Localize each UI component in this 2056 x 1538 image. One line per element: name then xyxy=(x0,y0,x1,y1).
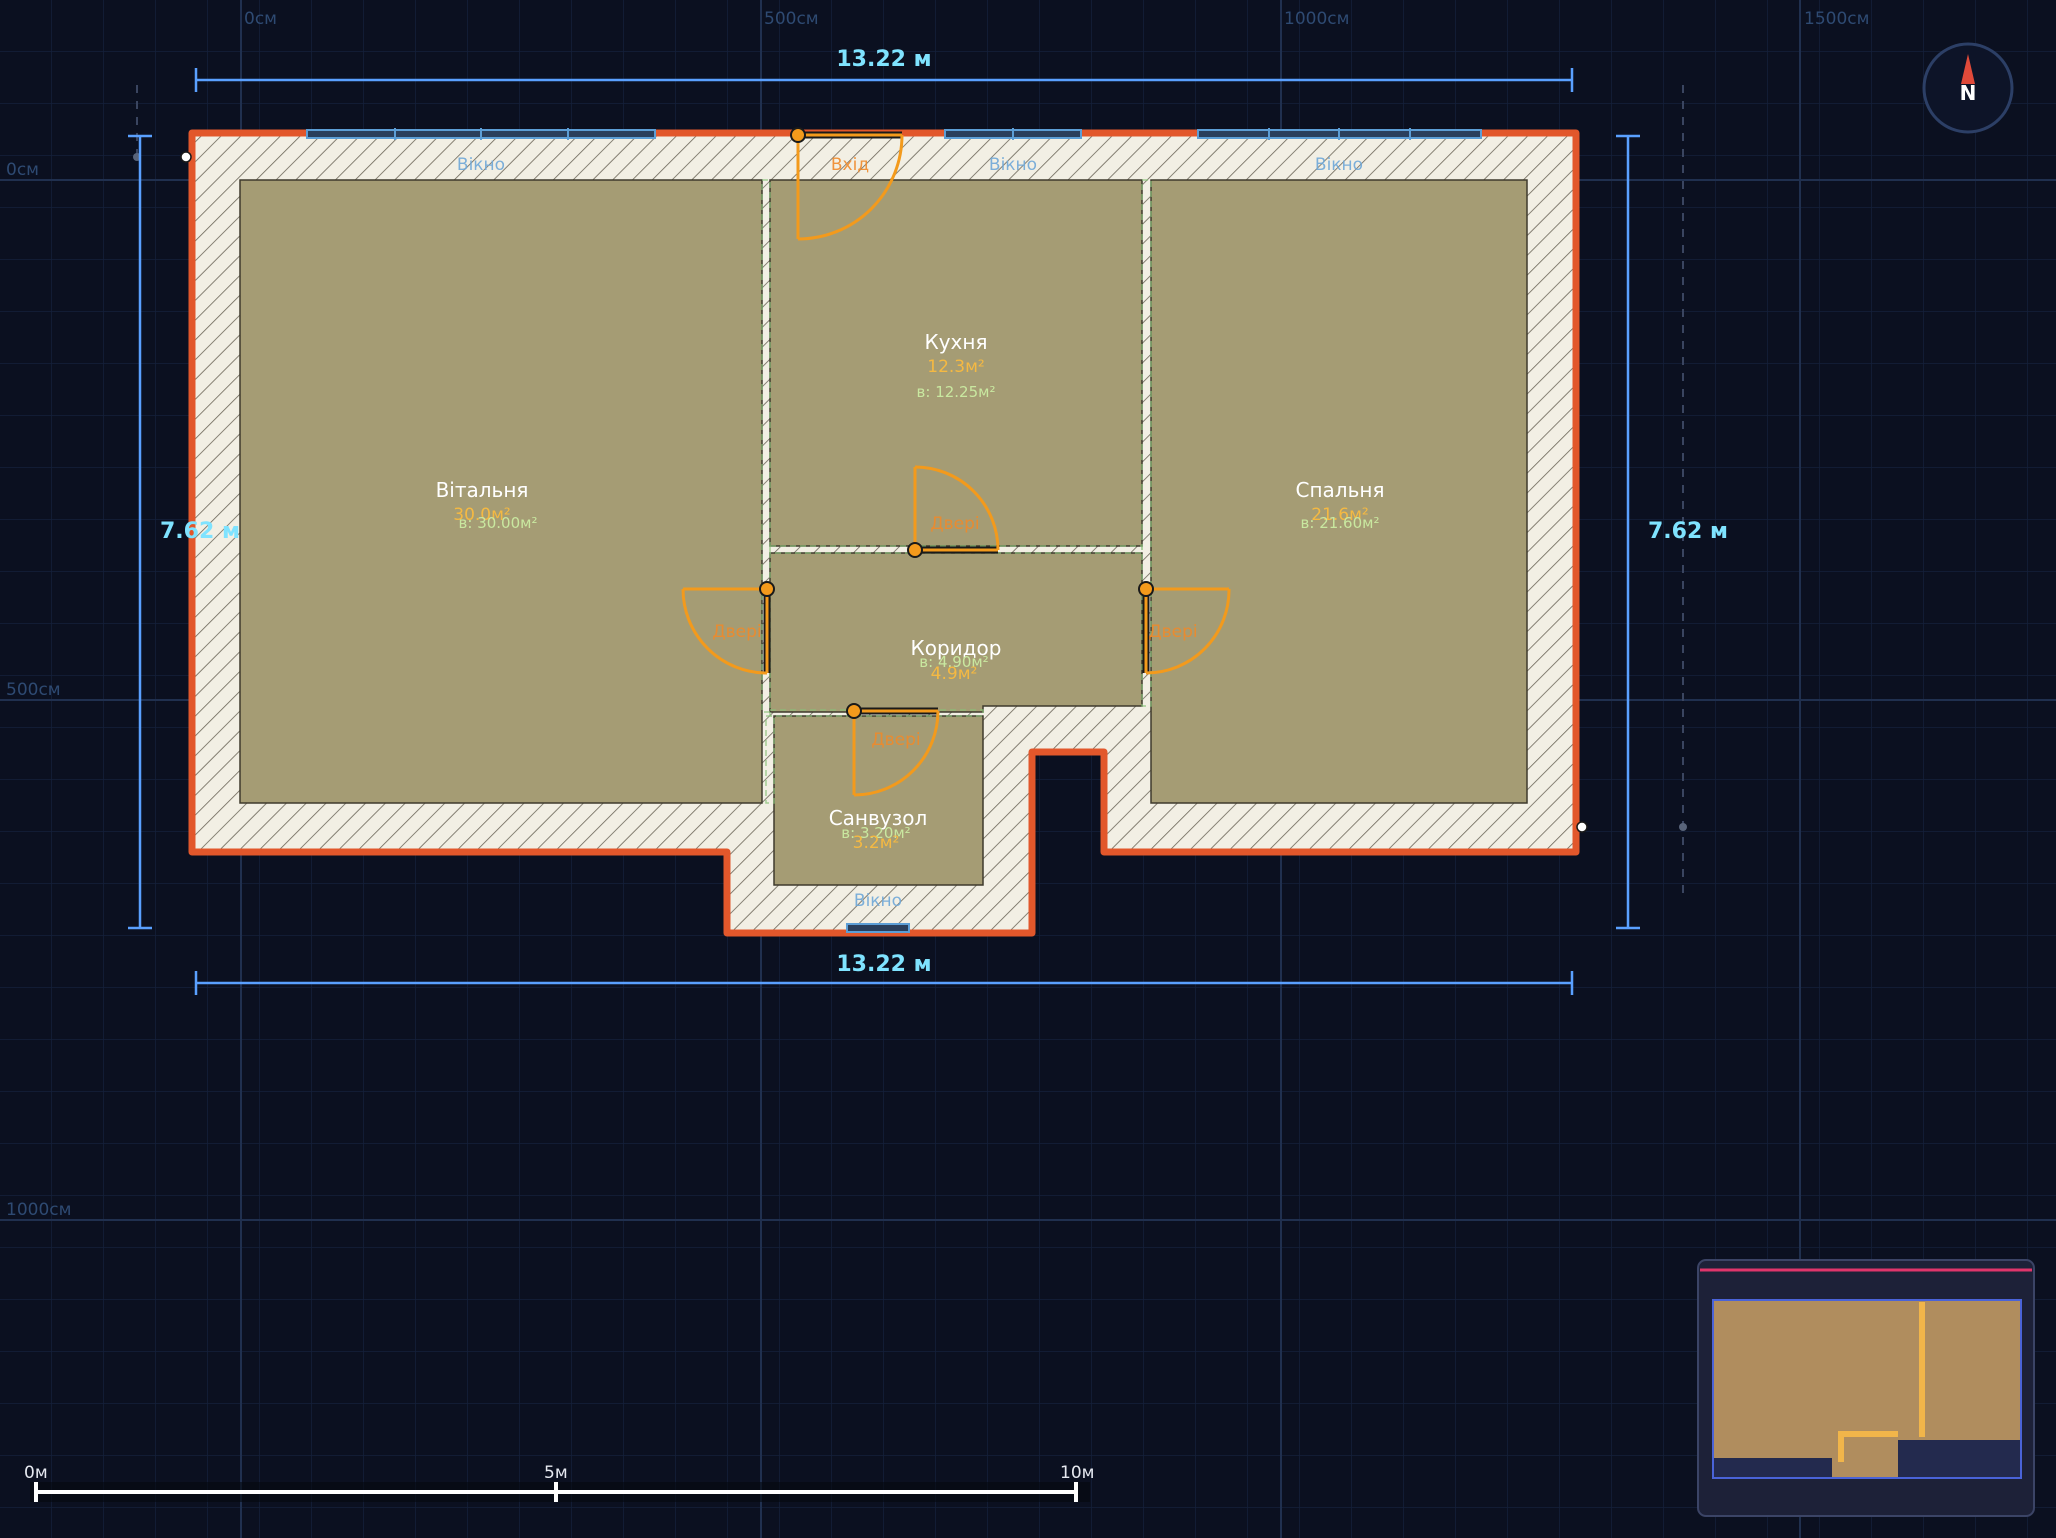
dimension-top-label: 13.22 м xyxy=(836,47,931,72)
room-floor-corridor[interactable] xyxy=(769,552,1143,713)
room-name: Кухня xyxy=(925,330,988,354)
dimension-bottom-label: 13.22 м xyxy=(836,952,931,977)
door-label: Двері xyxy=(930,514,979,534)
room-name: Вітальня xyxy=(436,478,529,502)
room-inner-area: в: 12.25м² xyxy=(917,383,996,401)
ruler-label: 500см xyxy=(6,680,61,700)
window[interactable] xyxy=(846,923,910,933)
door-label: Двері xyxy=(871,730,920,750)
selection-handle[interactable] xyxy=(180,151,192,163)
scale-label: 0м xyxy=(24,1463,48,1483)
room-inner-area: в: 21.60м² xyxy=(1301,514,1380,532)
door-label: Двері xyxy=(1148,622,1197,642)
selection-handle[interactable] xyxy=(1576,821,1588,833)
room-area: 12.3м² xyxy=(927,357,985,377)
compass-north-label: N xyxy=(1960,81,1977,105)
window-label: Вікно xyxy=(854,891,902,911)
dimension-left-label: 7.62 м xyxy=(160,519,240,544)
ruler-label: 1000см xyxy=(1284,9,1349,29)
window-label: Вікно xyxy=(989,155,1037,175)
guide-node xyxy=(1679,823,1687,831)
room-name: Спальня xyxy=(1296,478,1385,502)
compass-icon[interactable]: N xyxy=(1922,42,2014,134)
room-area: 3.2м² xyxy=(853,833,900,853)
rooms xyxy=(239,179,1528,886)
room-area: 4.9м² xyxy=(931,664,978,684)
minimap[interactable] xyxy=(1697,1259,2035,1517)
minimap-shade xyxy=(1713,1458,1833,1478)
window[interactable] xyxy=(306,128,656,140)
ruler-label: 0см xyxy=(6,160,39,180)
dimension-right-label: 7.62 м xyxy=(1648,519,1728,544)
door-label: Двері xyxy=(712,622,761,642)
minimap-shade xyxy=(1898,1440,2021,1478)
ruler-label: 1500см xyxy=(1804,9,1869,29)
window-label: Вікно xyxy=(1315,155,1363,175)
ruler-label: 1000см xyxy=(6,1200,71,1220)
ruler-label: 0см xyxy=(244,9,277,29)
window[interactable] xyxy=(944,128,1082,140)
window-label: Вікно xyxy=(457,155,505,175)
scale-label: 10м xyxy=(1060,1463,1094,1483)
floor-plan-canvas[interactable]: 0см 500см 1000см 1500см 0см 500см 1000см xyxy=(0,0,2056,1538)
ruler-label: 500см xyxy=(764,9,819,29)
scale-label: 5м xyxy=(544,1463,568,1483)
entry-door-label: Вхід xyxy=(831,155,869,175)
window[interactable] xyxy=(1197,128,1482,140)
room-inner-area: в: 30.00м² xyxy=(459,514,538,532)
